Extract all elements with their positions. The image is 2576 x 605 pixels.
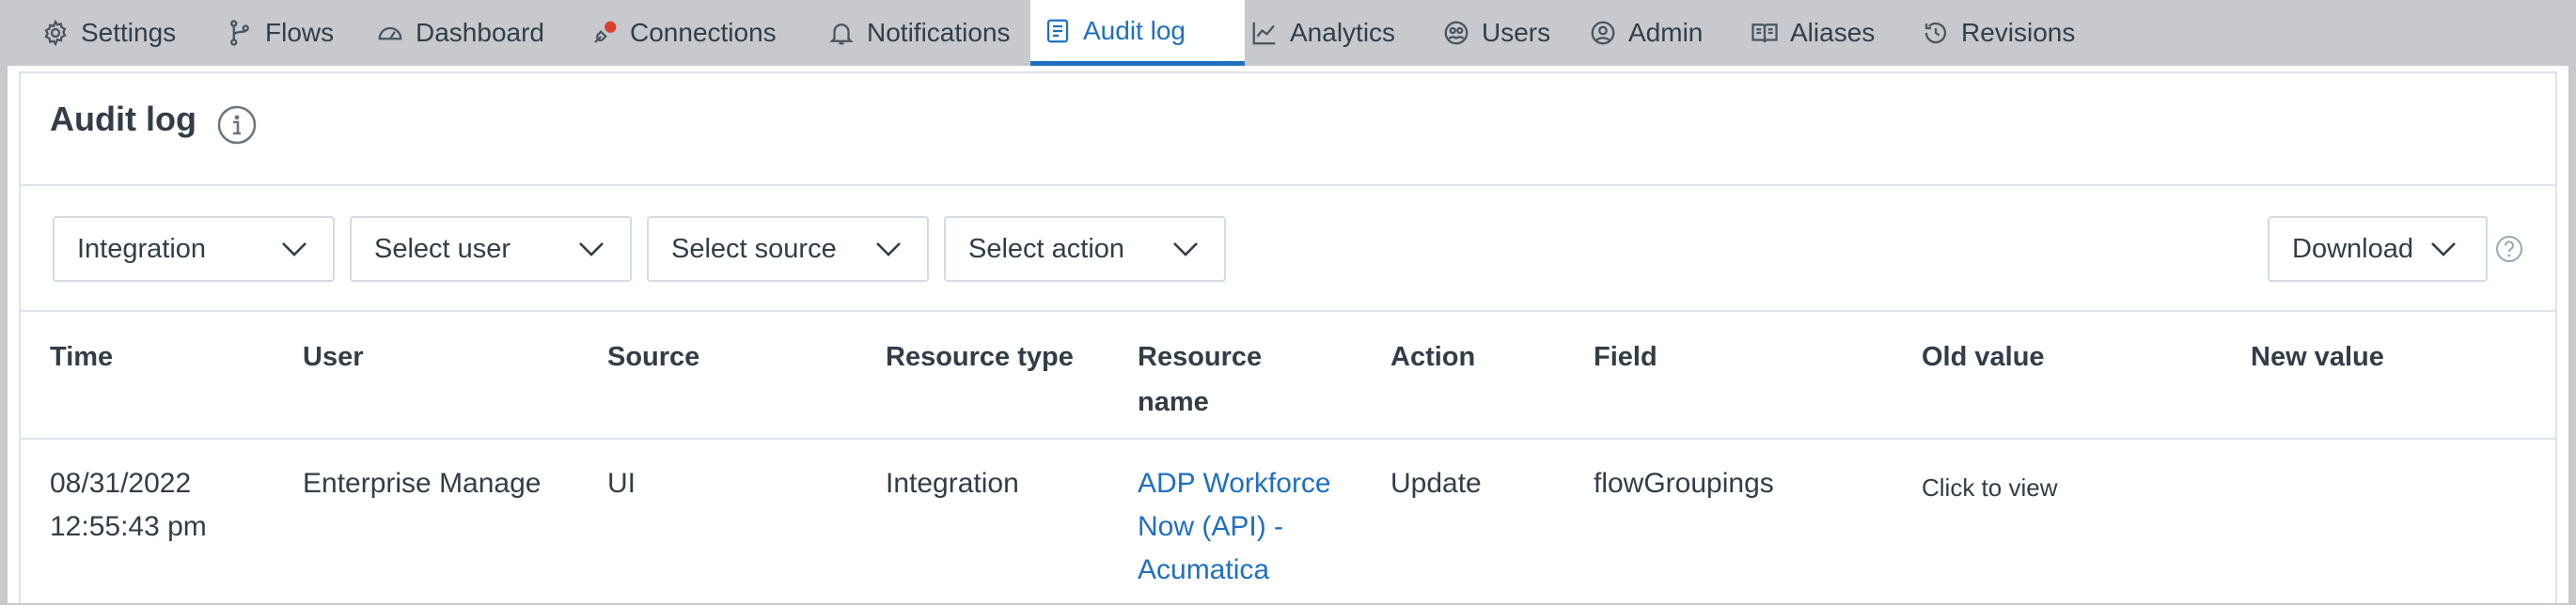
- column-header-field[interactable]: Field: [1594, 334, 1657, 380]
- chevron-down-icon: [579, 242, 604, 256]
- cell-resource-type: Integration: [886, 468, 1019, 499]
- tab-audit-log[interactable]: Audit log: [1030, 0, 1245, 66]
- resource-type-select[interactable]: Integration: [53, 216, 335, 282]
- tab-dashboard[interactable]: Dashboard: [363, 0, 558, 66]
- connections-plug-icon: [594, 21, 617, 43]
- tab-label: Flows: [265, 18, 335, 47]
- cell-user: Enterprise Manage: [303, 468, 542, 499]
- cell-source: UI: [607, 468, 636, 499]
- tab-bar: Settings Flows Dashboard Connections Not…: [0, 0, 2576, 66]
- tab-label: Dashboard: [416, 18, 544, 47]
- column-header-time[interactable]: Time: [50, 334, 113, 380]
- filter-bar: Integration Select user Select source Se…: [21, 186, 2555, 312]
- tab-label: Notifications: [867, 18, 1011, 47]
- source-select-placeholder: Select source: [671, 233, 837, 264]
- cell-time: 08/31/2022 12:55:43 pm: [50, 462, 207, 549]
- tab-aliases[interactable]: Aliases: [1737, 0, 1888, 66]
- tab-connections[interactable]: Connections: [577, 0, 790, 66]
- download-button[interactable]: Download: [2268, 216, 2488, 282]
- user-select[interactable]: Select user: [350, 216, 632, 282]
- tab-label: Aliases: [1790, 18, 1876, 47]
- cell-resource-name-link[interactable]: ADP Workforce Now (API) - Acumatica: [1138, 462, 1331, 592]
- column-header-new-value[interactable]: New value: [2251, 334, 2384, 380]
- bell-icon: [829, 23, 854, 45]
- column-header-resource-type[interactable]: Resource type: [886, 334, 1074, 380]
- column-header-resource-name[interactable]: Resource name: [1138, 334, 1297, 425]
- column-header-old-value[interactable]: Old value: [1922, 334, 2045, 380]
- dashboard-gauge-icon: [378, 26, 402, 40]
- tab-label: Admin: [1628, 18, 1704, 47]
- tab-settings[interactable]: Settings: [28, 0, 189, 66]
- resource-type-select-value: Integration: [77, 233, 207, 264]
- book-icon: [1751, 23, 1778, 43]
- history-clock-icon: [1924, 22, 1947, 44]
- info-icon[interactable]: [216, 104, 258, 146]
- chevron-down-icon: [876, 242, 901, 256]
- flows-icon: [230, 20, 249, 46]
- users-icon: [1444, 21, 1469, 45]
- chevron-down-icon: [2431, 242, 2456, 256]
- cell-action: Update: [1390, 468, 1482, 499]
- admin-user-icon: [1591, 21, 1615, 45]
- tab-flows[interactable]: Flows: [212, 0, 347, 66]
- action-select[interactable]: Select action: [944, 216, 1226, 282]
- audit-log-panel: Audit log Integration Select user Select…: [19, 71, 2557, 603]
- page-header: Audit log: [21, 73, 2555, 186]
- resource-name-line: Now (API) -: [1138, 511, 1284, 542]
- action-select-placeholder: Select action: [968, 233, 1125, 264]
- user-select-placeholder: Select user: [374, 233, 511, 264]
- tab-users[interactable]: Users: [1429, 0, 1563, 66]
- tab-revisions[interactable]: Revisions: [1908, 0, 2088, 66]
- resource-name-line: Acumatica: [1138, 554, 1270, 585]
- chevron-down-icon: [1173, 242, 1198, 256]
- tab-label: Users: [1482, 18, 1551, 47]
- cell-time-date: 08/31/2022: [50, 468, 192, 499]
- download-button-label: Download: [2292, 233, 2413, 264]
- column-header-source[interactable]: Source: [607, 334, 699, 380]
- audit-log-icon: [1046, 19, 1069, 42]
- table-header: Time User Source Resource type Resource …: [21, 312, 2555, 440]
- column-header-user[interactable]: User: [303, 334, 364, 380]
- tab-label: Audit log: [1083, 15, 1186, 45]
- help-icon[interactable]: [2495, 235, 2523, 263]
- table-row: 08/31/2022 12:55:43 pm Enterprise Manage…: [21, 440, 2555, 605]
- tab-admin[interactable]: Admin: [1576, 0, 1716, 66]
- chevron-down-icon: [282, 242, 306, 256]
- gear-icon: [44, 19, 67, 47]
- line-chart-icon: [1252, 22, 1276, 45]
- tab-notifications[interactable]: Notifications: [814, 0, 1024, 66]
- resource-name-line: ADP Workforce: [1138, 468, 1331, 499]
- tab-label: Connections: [630, 18, 777, 47]
- column-header-action[interactable]: Action: [1390, 334, 1475, 380]
- page-title: Audit log: [50, 100, 196, 138]
- tab-label: Analytics: [1290, 18, 1396, 47]
- tab-label: Settings: [81, 18, 177, 47]
- tab-analytics[interactable]: Analytics: [1237, 0, 1408, 66]
- old-value-click-to-view-link[interactable]: Click to view: [1922, 466, 2057, 509]
- cell-time-clock: 12:55:43 pm: [50, 511, 207, 542]
- tab-label: Revisions: [1961, 18, 2076, 47]
- source-select[interactable]: Select source: [647, 216, 929, 282]
- cell-field: flowGroupings: [1594, 468, 1774, 499]
